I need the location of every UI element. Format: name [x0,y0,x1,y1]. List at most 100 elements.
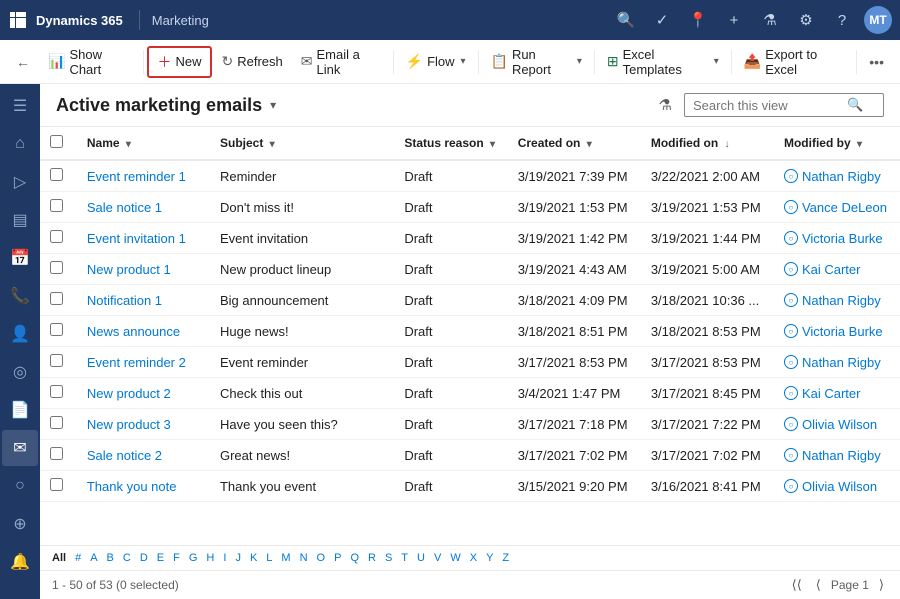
row-checkbox[interactable] [50,385,63,398]
alpha-H[interactable]: H [202,550,218,566]
help-icon[interactable]: ? [828,6,856,34]
sidebar-doc-icon[interactable]: 📄 [2,392,38,428]
sidebar-list-icon[interactable]: ▤ [2,202,38,238]
col-name-header[interactable]: Name ▾ [77,127,210,160]
alpha-O[interactable]: O [313,550,330,566]
search-submit-icon[interactable]: 🔍 [847,97,863,113]
row-name[interactable]: Sale notice 2 [77,440,210,471]
sidebar-email-icon[interactable]: ✉ [2,430,38,466]
alpha-W[interactable]: W [446,550,464,566]
user-name[interactable]: Kai Carter [802,262,861,277]
alpha-I[interactable]: I [219,550,230,566]
alpha-X[interactable]: X [466,550,481,566]
alpha-U[interactable]: U [413,550,429,566]
email-link-button[interactable]: ✉ Email a Link [293,43,389,81]
row-name[interactable]: Notification 1 [77,285,210,316]
app-grid-icon[interactable] [8,10,28,30]
back-button[interactable]: ← [8,50,38,74]
prev-page-button[interactable]: ⟨ [812,575,825,595]
alpha-M[interactable]: M [277,550,294,566]
export-excel-button[interactable]: 📤 Export to Excel [736,43,853,81]
flow-button[interactable]: ⚡ Flow ▾ [398,49,474,74]
alpha-T[interactable]: T [397,550,412,566]
user-name[interactable]: Olivia Wilson [802,479,877,494]
row-name[interactable]: Event reminder 2 [77,347,210,378]
sidebar-menu-icon[interactable]: ☰ [2,88,38,124]
search-icon[interactable]: 🔍 [612,6,640,34]
alpha-V[interactable]: V [430,550,445,566]
row-checkbox[interactable] [50,478,63,491]
alpha-S[interactable]: S [381,550,396,566]
row-name[interactable]: Event invitation 1 [77,223,210,254]
sidebar-target-icon[interactable]: ◎ [2,354,38,390]
run-report-button[interactable]: 📋 Run Report ▾ [483,43,590,81]
row-name[interactable]: New product 3 [77,409,210,440]
col-modified-header[interactable]: Modified on ↓ [641,127,774,160]
new-button[interactable]: ＋ New [147,46,211,78]
row-name[interactable]: New product 1 [77,254,210,285]
row-name[interactable]: Thank you note [77,471,210,502]
add-icon[interactable]: + [720,6,748,34]
user-name[interactable]: Nathan Rigby [802,355,881,370]
alpha-Z[interactable]: Z [498,550,513,566]
alpha-#[interactable]: # [71,550,85,566]
alpha-B[interactable]: B [103,550,118,566]
alpha-E[interactable]: E [153,550,168,566]
alpha-K[interactable]: K [246,550,261,566]
alpha-D[interactable]: D [136,550,152,566]
row-checkbox[interactable] [50,416,63,429]
row-checkbox[interactable] [50,168,63,181]
settings-icon[interactable]: ⚙ [792,6,820,34]
user-name[interactable]: Victoria Burke [802,324,883,339]
alpha-Y[interactable]: Y [482,550,497,566]
user-name[interactable]: Vance DeLeon [802,200,887,215]
row-name[interactable]: Event reminder 1 [77,160,210,192]
excel-templates-button[interactable]: ⊞ Excel Templates ▾ [599,43,727,81]
sidebar-phone-icon[interactable]: 📞 [2,278,38,314]
sidebar-circle-icon[interactable]: ○ [2,468,38,504]
user-name[interactable]: Kai Carter [802,386,861,401]
row-name[interactable]: Sale notice 1 [77,192,210,223]
alpha-A[interactable]: A [86,550,101,566]
sidebar-bell-icon[interactable]: 🔔 [2,544,38,580]
alpha-P[interactable]: P [330,550,345,566]
search-input[interactable] [693,98,843,113]
col-created-header[interactable]: Created on ▾ [508,127,641,160]
row-checkbox[interactable] [50,354,63,367]
next-page-button[interactable]: ⟩ [875,575,888,595]
view-title-chevron-icon[interactable]: ▾ [270,98,276,112]
row-checkbox[interactable] [50,292,63,305]
view-filter-icon[interactable]: ⚗ [655,92,676,118]
sidebar-play-icon[interactable]: ▷ [2,164,38,200]
alpha-Q[interactable]: Q [346,550,363,566]
user-name[interactable]: Nathan Rigby [802,169,881,184]
refresh-button[interactable]: ↻ Refresh [214,49,291,74]
col-subject-header[interactable]: Subject ▾ [210,127,394,160]
row-checkbox[interactable] [50,230,63,243]
user-name[interactable]: Nathan Rigby [802,293,881,308]
alpha-L[interactable]: L [262,550,276,566]
first-page-button[interactable]: ⟨⟨ [788,575,806,595]
row-checkbox[interactable] [50,323,63,336]
location-icon[interactable]: 📍 [684,6,712,34]
sidebar-plus-icon[interactable]: ⊕ [2,506,38,542]
alpha-N[interactable]: N [296,550,312,566]
col-modby-header[interactable]: Modified by ▾ [774,127,900,160]
sidebar-calendar-icon[interactable]: 📅 [2,240,38,276]
user-name[interactable]: Victoria Burke [802,231,883,246]
row-checkbox[interactable] [50,261,63,274]
complete-icon[interactable]: ✓ [648,6,676,34]
select-all-checkbox[interactable] [50,135,63,148]
more-button[interactable]: ••• [861,50,892,74]
alpha-J[interactable]: J [231,550,245,566]
avatar[interactable]: MT [864,6,892,34]
col-check-header[interactable] [40,127,77,160]
sidebar-home-icon[interactable]: ⌂ [2,126,38,162]
filter-icon[interactable]: ⚗ [756,6,784,34]
row-checkbox[interactable] [50,199,63,212]
alpha-F[interactable]: F [169,550,184,566]
user-name[interactable]: Olivia Wilson [802,417,877,432]
alpha-all[interactable]: All [48,550,70,566]
row-name[interactable]: News announce [77,316,210,347]
show-chart-button[interactable]: 📊 Show Chart [40,43,139,81]
